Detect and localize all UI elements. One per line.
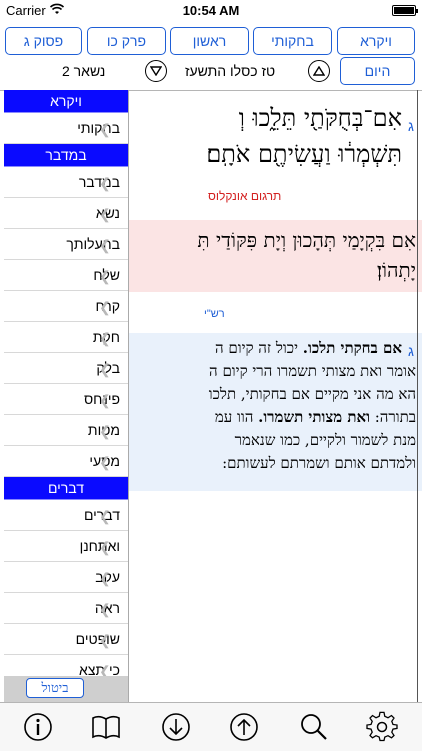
- arrow-down-icon[interactable]: [160, 711, 192, 743]
- verse-number: ג: [408, 118, 414, 134]
- parsha-item-reeh[interactable]: ❮ ראה: [4, 593, 128, 624]
- onkelos-block: אִם בִּקְיָמַי תְּהָכוּן וְיָת פִּקּוֹדַ…: [128, 220, 422, 292]
- rashi-line: אם בחקתי תלכו. יכול זה קיום ה: [215, 337, 402, 360]
- verse-line-1: אִם־בְּחֻקֹּתַ֖י תֵּלֵ֑כוּ וְ: [238, 104, 402, 132]
- content-border: [417, 90, 418, 702]
- chevron-left-icon: ❮: [99, 330, 111, 346]
- rashi-line: אומר ואת מצותי תשמרו הרי קיום ה: [209, 362, 416, 380]
- info-icon[interactable]: [22, 711, 54, 743]
- clock: 10:54 AM: [182, 3, 240, 18]
- down-triangle-button[interactable]: [145, 60, 167, 82]
- bottom-toolbar: [0, 702, 422, 751]
- parsha-picker: ויקרא ❮ בחקותי במדבר ❮ במדבר ❮ נשא ❮ בהעלותך…: [4, 90, 129, 702]
- rashi-dibur-hamatchil: ואת מצותי תשמרו.: [258, 408, 370, 426]
- up-triangle-button[interactable]: [308, 60, 330, 82]
- perek-button[interactable]: פרק כו: [87, 27, 166, 55]
- rashi-line: ולמדתם אותם ושמרתם לעשותם:: [222, 454, 416, 472]
- vayikra-button[interactable]: ויקרא: [337, 27, 415, 55]
- cancel-button[interactable]: ביטול: [26, 678, 84, 698]
- chevron-left-icon: ❮: [99, 175, 111, 191]
- rishon-button[interactable]: ראשון: [170, 27, 249, 55]
- verse-line-2: תִּשְׁמְר֔וּ וַעֲשִׂיתֶ֖ם אֹתָֽם׃: [206, 140, 402, 168]
- onkelos-label: תרגום אונקלוס: [208, 189, 282, 203]
- parsha-item-bechukotai[interactable]: ❮ בחקותי: [4, 113, 128, 144]
- parsha-item-behaalotcha[interactable]: ❮ בהעלותך: [4, 229, 128, 260]
- chevron-left-icon: ❮: [99, 454, 111, 470]
- parsha-item-chukat[interactable]: ❮ חקת: [4, 322, 128, 353]
- parsha-item-matot[interactable]: ❮ מטות: [4, 415, 128, 446]
- chevron-left-icon: ❮: [99, 601, 111, 617]
- reading-pane: ג אִם־בְּחֻקֹּתַ֖י תֵּלֵ֑כוּ וְ תִּשְׁמְ…: [128, 90, 422, 702]
- rashi-text: בתורה:: [369, 408, 416, 426]
- arrow-up-icon[interactable]: [228, 711, 260, 743]
- chevron-left-icon: ❮: [99, 539, 111, 555]
- section-header-bamidbar: במדבר: [4, 144, 128, 167]
- parsha-item-vaetchanan[interactable]: ❮ ואתחנן: [4, 531, 128, 562]
- triangle-down-icon: [150, 66, 162, 76]
- rashi-line: מנת לשמור ולקיים, כמו שנאמר: [234, 431, 416, 449]
- chevron-left-icon: ❮: [99, 632, 111, 648]
- battery-icon: [392, 5, 418, 16]
- status-bar: Carrier 10:54 AM: [0, 0, 422, 22]
- rashi-label: רש"י: [204, 308, 225, 320]
- section-header-vayikra: ויקרא: [4, 90, 128, 113]
- chevron-left-icon: ❮: [99, 121, 111, 137]
- pasuk-button[interactable]: פסוק ג: [5, 27, 82, 55]
- onkelos-line-1: אִם בִּקְיָמַי תְּהָכוּן וְיָת פִּקּוֹדַ…: [197, 228, 416, 252]
- rashi-text: יכול זה קיום ה: [214, 339, 303, 357]
- remaining-count: נשאר 2: [62, 63, 106, 79]
- date-navigation: היום טז כסלו התשעז נשאר 2: [0, 56, 422, 90]
- onkelos-line-2: יָתְהוֹן׃: [376, 258, 416, 282]
- parsha-item-shelach[interactable]: ❮ שלח: [4, 260, 128, 291]
- chevron-left-icon: ❮: [99, 508, 111, 524]
- parsha-item-pinchas[interactable]: ❮ פינחס: [4, 384, 128, 415]
- rashi-block: ג אם בחקתי תלכו. יכול זה קיום ה אומר ואת…: [128, 333, 422, 491]
- parsha-item-masei[interactable]: ❮ מסעי: [4, 446, 128, 477]
- chevron-left-icon: ❮: [99, 570, 111, 586]
- rashi-text: הוו עמ: [214, 408, 259, 426]
- parsha-item-devarim[interactable]: ❮ דברים: [4, 500, 128, 531]
- chevron-left-icon: ❮: [99, 392, 111, 408]
- search-icon[interactable]: [298, 711, 330, 743]
- rashi-dibur-hamatchil: אם בחקתי תלכו.: [302, 339, 402, 357]
- parsha-item-naso[interactable]: ❮ נשא: [4, 198, 128, 229]
- book-icon[interactable]: [90, 711, 122, 743]
- today-button[interactable]: היום: [340, 57, 415, 85]
- hebrew-date: טז כסלו התשעז: [185, 63, 276, 79]
- chevron-left-icon: ❮: [99, 299, 111, 315]
- parsha-label: שופטים: [75, 631, 120, 647]
- parsha-item-shoftim[interactable]: ❮ שופטים: [4, 624, 128, 655]
- chevron-left-icon: ❮: [99, 361, 111, 377]
- rashi-line: הא מה אני מקיים אם בחקותי, תלכו: [208, 385, 416, 403]
- triangle-up-icon: [313, 66, 325, 76]
- chevron-left-icon: ❮: [99, 237, 111, 253]
- section-header-devarim: דברים: [4, 477, 128, 500]
- gear-icon[interactable]: [366, 711, 398, 743]
- chevron-left-icon: ❮: [99, 423, 111, 439]
- parsha-item-eikev[interactable]: ❮ עקב: [4, 562, 128, 593]
- parsha-item-korach[interactable]: ❮ קרח: [4, 291, 128, 322]
- cancel-bar: ביטול: [4, 676, 128, 702]
- chevron-left-icon: ❮: [99, 268, 111, 284]
- bechukotai-button[interactable]: בחקותי: [253, 27, 332, 55]
- rashi-line: בתורה: ואת מצותי תשמרו. הוו עמ: [215, 406, 416, 429]
- chevron-left-icon: ❮: [99, 206, 111, 222]
- parsha-item-balak[interactable]: ❮ בלק: [4, 353, 128, 384]
- parsha-item-bamidbar[interactable]: ❮ במדבר: [4, 167, 128, 198]
- parsha-label: בהעלותך: [66, 236, 120, 252]
